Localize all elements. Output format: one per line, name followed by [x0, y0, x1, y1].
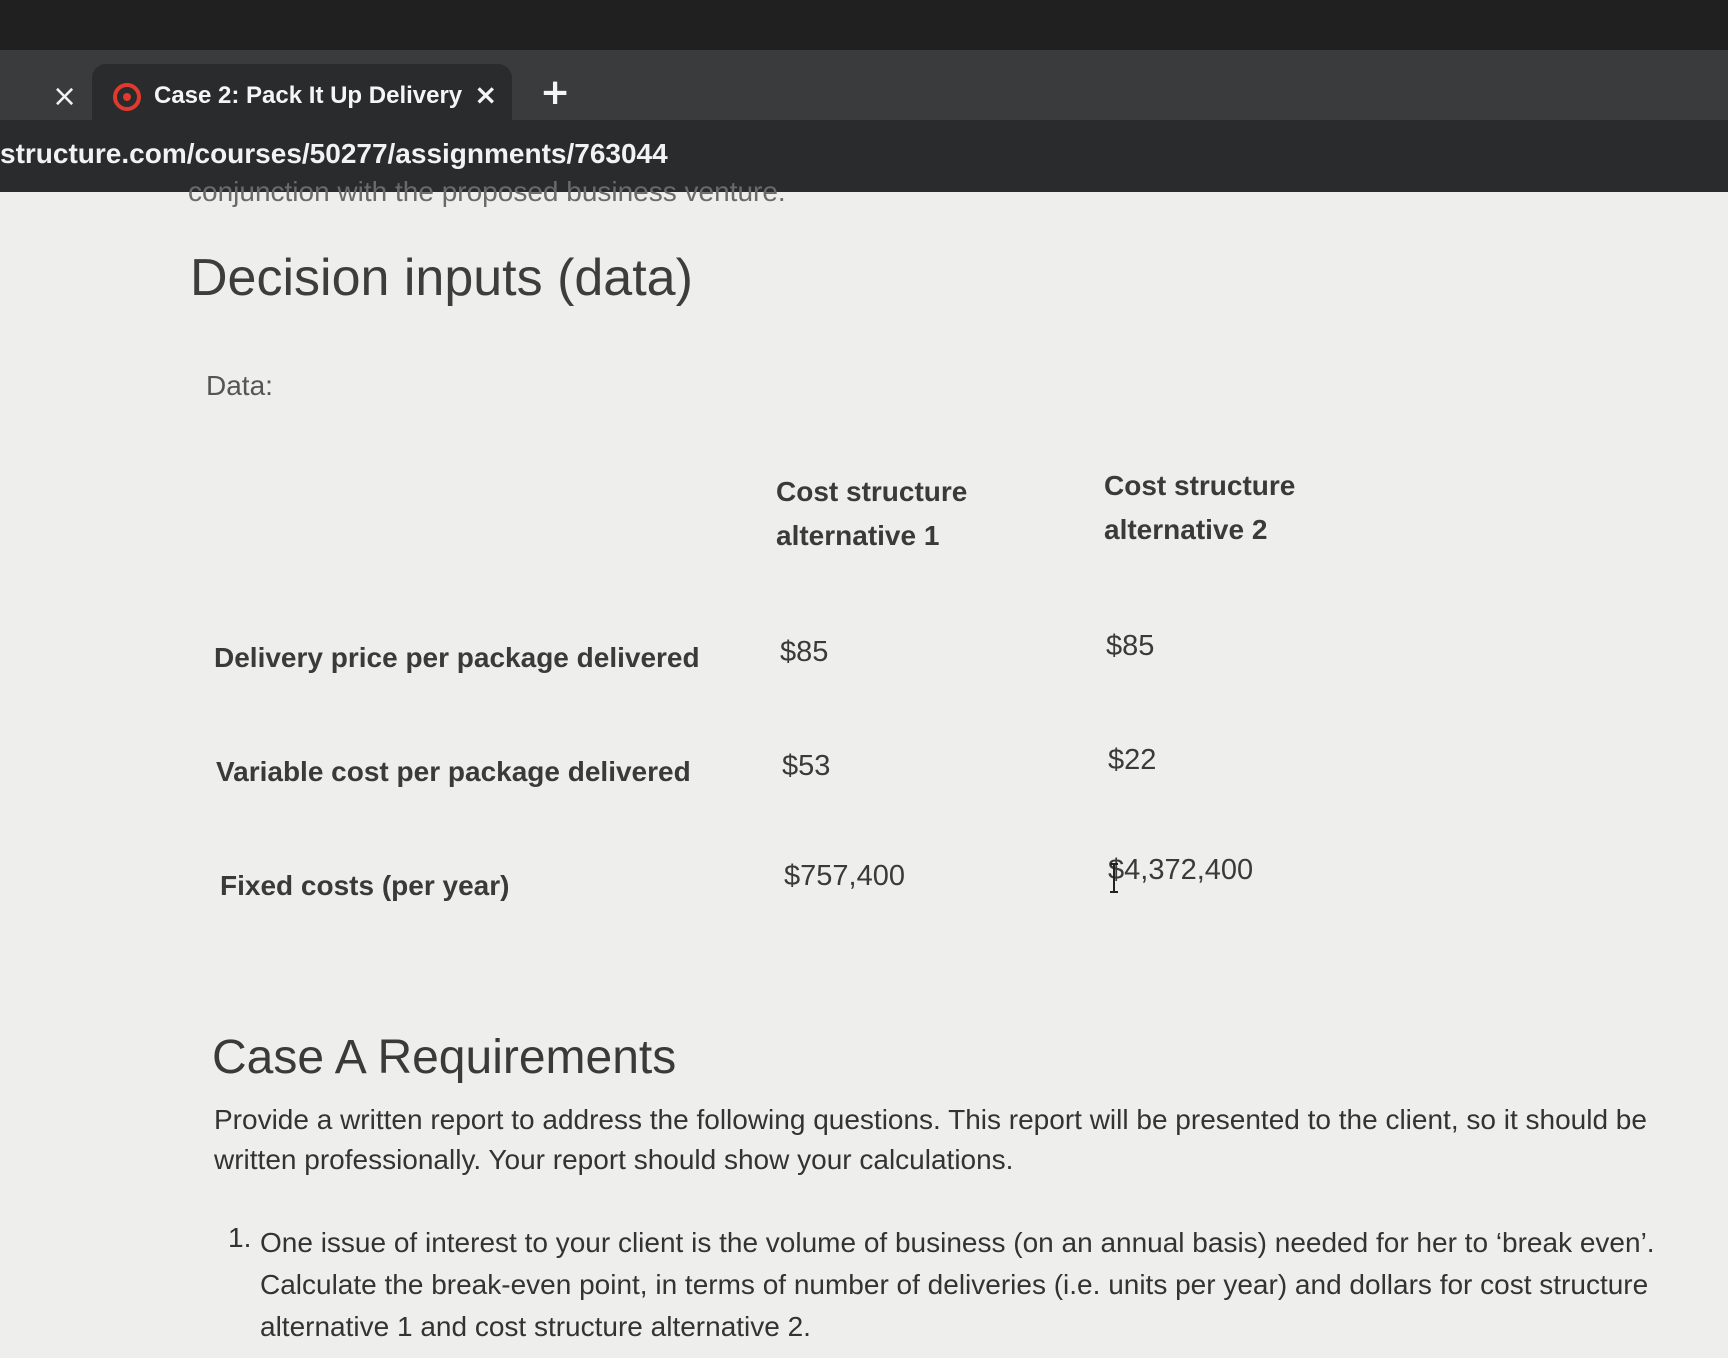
text-cursor-icon	[1110, 863, 1118, 893]
screen-bezel	[0, 0, 1728, 50]
partial-paragraph: conjunction with the proposed business v…	[188, 176, 786, 207]
row-label-fixed-costs: Fixed costs (per year)	[220, 870, 510, 901]
requirements-intro: Provide a written report to address the …	[214, 1104, 1647, 1175]
url-text[interactable]: structure.com/courses/50277/assignments/…	[0, 138, 668, 170]
close-icon[interactable]: ×	[52, 82, 77, 112]
requirements-heading: Case A Requirements	[212, 1031, 677, 1084]
tab-close-icon[interactable]: ×	[474, 78, 497, 111]
row-label-delivery-price: Delivery price per package delivered	[214, 642, 700, 673]
cell-variable-cost-alt2: $22	[1108, 744, 1157, 776]
page-heading: Decision inputs (data)	[190, 249, 693, 307]
canvas-logo-icon	[113, 83, 141, 111]
row-label-variable-cost: Variable cost per package delivered	[216, 756, 691, 787]
data-label: Data:	[206, 370, 273, 401]
cell-variable-cost-alt1: $53	[782, 750, 831, 782]
list-item-number: 1.	[228, 1222, 252, 1253]
cell-delivery-price-alt2: $85	[1106, 630, 1155, 662]
cell-fixed-costs-alt2: $4,372,400	[1108, 854, 1254, 886]
new-tab-button[interactable]: +	[540, 72, 570, 113]
column-header-alt2: Cost structure alternative 2	[1104, 470, 1296, 545]
tab-title: Case 2: Pack It Up Delivery Tea	[154, 82, 464, 109]
cell-fixed-costs-alt1: $757,400	[784, 860, 905, 892]
cell-delivery-price-alt1: $85	[780, 636, 829, 668]
column-header-alt1: Cost structure alternative 1	[776, 476, 968, 551]
list-item: One issue of interest to your client is …	[260, 1227, 1655, 1342]
